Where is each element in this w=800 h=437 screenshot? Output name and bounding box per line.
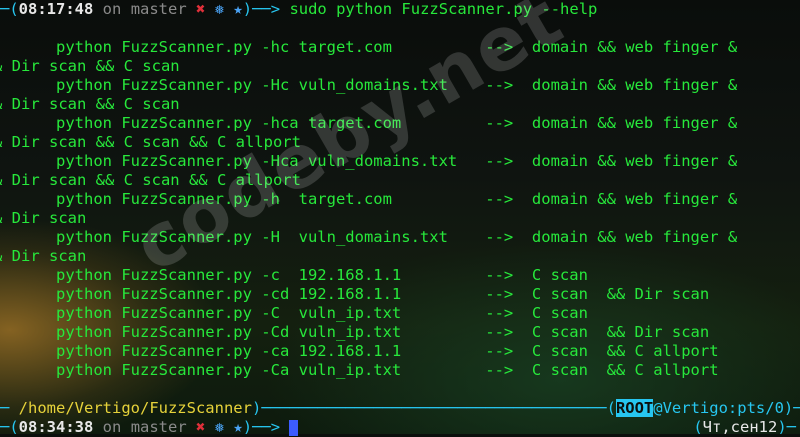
help-line: python FuzzScanner.py -H vuln_domains.tx… xyxy=(0,228,738,246)
star-icon: ★ xyxy=(233,0,243,18)
prompt-arrow-bottom: ──> xyxy=(252,418,281,436)
prompt-on: on xyxy=(102,0,122,18)
help-line: python FuzzScanner.py -Ca vuln_ip.txt --… xyxy=(0,361,719,379)
help-line: python FuzzScanner.py -cd 192.168.1.1 --… xyxy=(0,285,710,303)
prompt-line-bottom: ─(08:34:38 on master ✖ ❅ ★)──> (Чт,сен12… xyxy=(0,418,796,436)
help-line: python FuzzScanner.py -ca 192.168.1.1 --… xyxy=(0,342,719,360)
prompt-on-bottom: on xyxy=(102,418,122,436)
host-info: @Vertigo:pts/0 xyxy=(653,399,784,417)
status-bar-fill: ───────────────────────── xyxy=(261,399,495,417)
help-line: python FuzzScanner.py -Cd vuln_ip.txt --… xyxy=(0,323,710,341)
help-line: python FuzzScanner.py -c 192.168.1.1 -->… xyxy=(0,266,588,284)
status-x-icon: ✖ xyxy=(196,0,206,18)
status-bar: ─ /home/Vertigo/FuzzScanner)────────────… xyxy=(0,399,800,417)
status-bar-prefix: ─ xyxy=(0,399,19,417)
terminal-cursor[interactable] xyxy=(289,419,299,436)
prompt-time: 08:17:48 xyxy=(18,0,94,18)
snowflake-icon-bottom: ❅ xyxy=(214,418,225,436)
user-badge: ROOT xyxy=(615,399,654,417)
help-line: python FuzzScanner.py -hc target.com -->… xyxy=(0,38,738,56)
help-line-continuation: & Dir scan xyxy=(0,247,87,265)
snowflake-icon: ❅ xyxy=(214,0,225,18)
current-path: /home/Vertigo/FuzzScanner xyxy=(18,399,252,417)
help-line-continuation: & Dir scan xyxy=(0,209,87,227)
help-line-continuation: & Dir scan && C scan xyxy=(0,95,180,113)
date-text: Чт,сен12 xyxy=(702,418,778,436)
help-line: python FuzzScanner.py -C vuln_ip.txt -->… xyxy=(0,304,588,322)
prompt-arrow: ──> xyxy=(252,0,281,18)
help-line-continuation: & Dir scan && C scan xyxy=(0,57,180,75)
status-x-icon-bottom: ✖ xyxy=(196,418,206,436)
star-icon-bottom: ★ xyxy=(233,418,243,436)
git-branch-bottom: master xyxy=(130,418,187,436)
prompt-time-bottom: 08:34:38 xyxy=(18,418,94,436)
git-branch: master xyxy=(130,0,187,18)
help-line: python FuzzScanner.py -h target.com --> … xyxy=(0,190,738,208)
